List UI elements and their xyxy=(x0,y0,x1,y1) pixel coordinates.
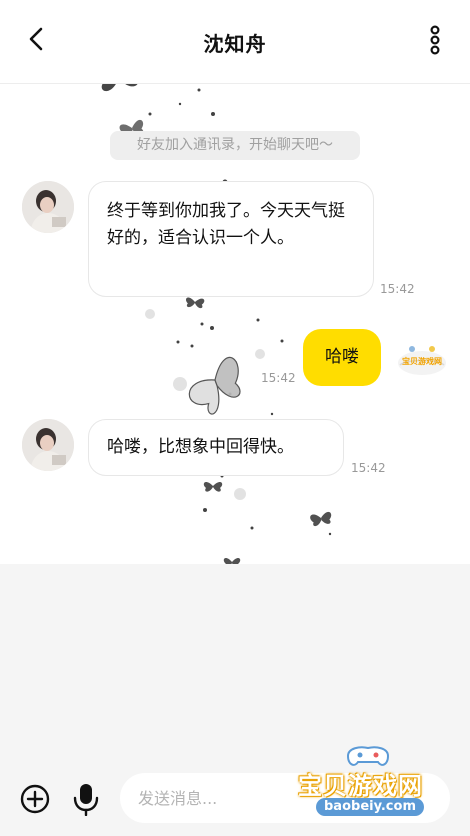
plus-circle-icon xyxy=(20,784,50,814)
message-bubble-outgoing[interactable]: 哈喽 xyxy=(303,329,381,386)
avatar-image xyxy=(22,419,74,471)
contact-avatar[interactable] xyxy=(22,181,74,233)
microphone-icon xyxy=(73,784,99,817)
self-avatar[interactable]: 宝贝游戏网 xyxy=(396,335,448,387)
message-time: 15:42 xyxy=(380,282,415,296)
contact-avatar[interactable] xyxy=(22,419,74,471)
chat-header: 沈知舟 xyxy=(0,0,470,84)
voice-button[interactable] xyxy=(72,782,100,817)
site-watermark: 宝贝游戏网 baobeiy.com xyxy=(294,746,444,830)
more-options-button[interactable] xyxy=(420,22,450,58)
message-bubble-incoming[interactable]: 哈喽，比想象中回得快。 xyxy=(88,419,344,476)
avatar-image: 宝贝游戏网 xyxy=(398,346,446,375)
more-vertical-icon xyxy=(430,25,440,55)
attach-button[interactable] xyxy=(20,784,50,814)
message-time: 15:42 xyxy=(351,461,386,475)
chat-area[interactable]: 好友加入通讯录，开始聊天吧～ 终于等到你加我了。今天天气挺好的，适合认识一个人。… xyxy=(0,84,470,564)
svg-text:宝贝游戏网: 宝贝游戏网 xyxy=(402,356,442,366)
system-notice: 好友加入通讯录，开始聊天吧～ xyxy=(110,131,360,160)
message-time: 15:42 xyxy=(261,371,296,385)
watermark-text: 宝贝游戏网 xyxy=(298,772,423,800)
watermark-url: baobeiy.com xyxy=(316,798,424,816)
avatar-image xyxy=(22,181,74,233)
message-bubble-incoming[interactable]: 终于等到你加我了。今天天气挺好的，适合认识一个人。 xyxy=(88,181,374,297)
page-title: 沈知舟 xyxy=(203,32,267,56)
